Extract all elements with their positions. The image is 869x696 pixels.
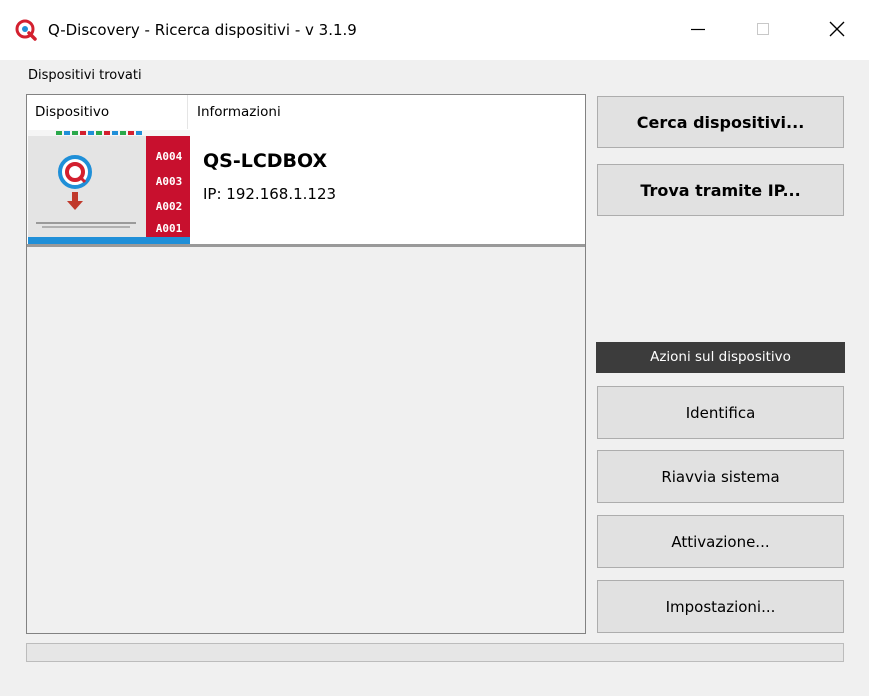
list-header: Dispositivo Informazioni <box>27 95 585 129</box>
q-logo-icon <box>15 19 37 41</box>
minimize-button[interactable] <box>669 0 727 58</box>
device-ip: IP: 192.168.1.123 <box>203 185 337 203</box>
column-separator[interactable] <box>187 95 188 129</box>
device-list[interactable]: Dispositivo Informazioni A004 A003 A002 … <box>26 94 586 634</box>
thumb-ticket-label: A002 <box>155 200 183 213</box>
maximize-button[interactable] <box>734 0 792 58</box>
maximize-icon <box>757 23 769 35</box>
device-name: QS-LCDBOX <box>203 150 328 172</box>
device-display-thumbnail: A004 A003 A002 A001 <box>28 130 190 244</box>
close-icon <box>829 21 845 37</box>
search-devices-button[interactable]: Cerca dispositivi... <box>597 96 844 148</box>
find-by-ip-button[interactable]: Trova tramite IP... <box>597 164 844 216</box>
thumb-ticker-bar <box>28 237 190 244</box>
device-row[interactable]: A004 A003 A002 A001 QS-LCDBOX IP: 192.16… <box>27 129 585 247</box>
devices-found-label: Dispositivi trovati <box>28 68 142 83</box>
title-bar[interactable]: Q-Discovery - Ricerca dispositivi - v 3.… <box>0 0 869 60</box>
close-button[interactable] <box>808 0 866 58</box>
activation-button[interactable]: Attivazione... <box>597 515 844 568</box>
progress-bar <box>26 643 844 662</box>
identify-button[interactable]: Identifica <box>597 386 844 439</box>
column-header-device[interactable]: Dispositivo <box>35 95 109 129</box>
minimize-icon <box>691 28 705 31</box>
thumb-ticket-label: A001 <box>155 222 183 235</box>
settings-button[interactable]: Impostazioni... <box>597 580 844 633</box>
thumb-ticket-label: A003 <box>155 175 183 188</box>
reboot-system-button[interactable]: Riavvia sistema <box>597 450 844 503</box>
device-actions-header: Azioni sul dispositivo <box>596 342 845 373</box>
column-header-info[interactable]: Informazioni <box>197 95 281 129</box>
thumb-ticket-label: A004 <box>155 150 183 163</box>
window-title: Q-Discovery - Ricerca dispositivi - v 3.… <box>48 21 357 39</box>
